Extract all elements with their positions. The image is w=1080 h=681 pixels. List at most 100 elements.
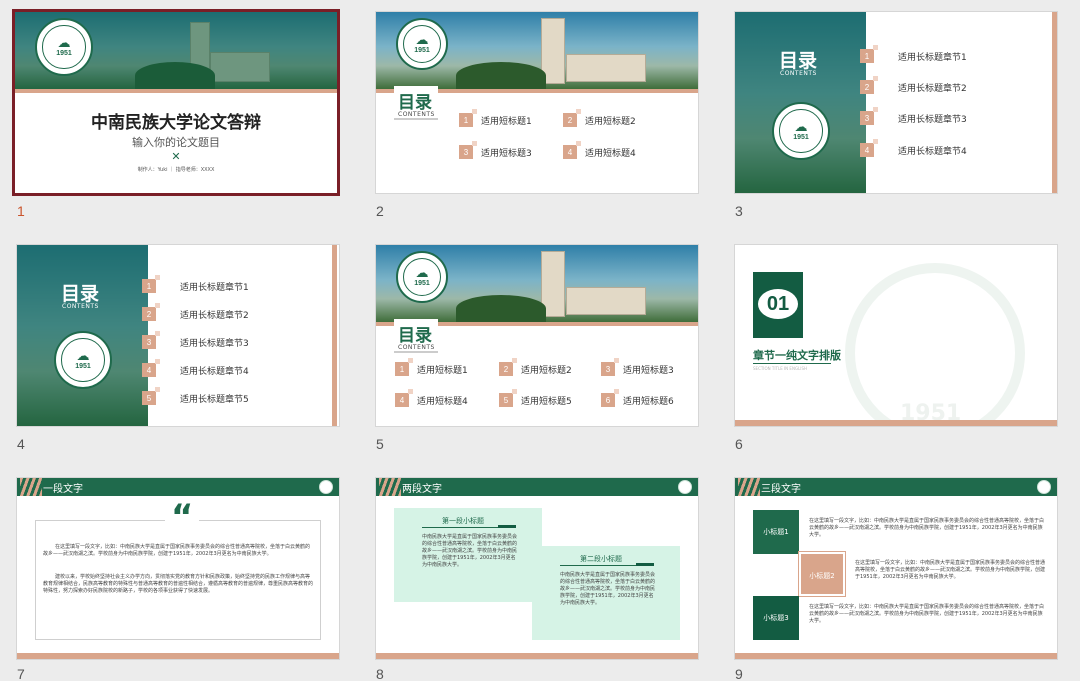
slide-number-2: 2: [376, 203, 384, 219]
toc-subtitle: CONTENTS: [780, 70, 817, 77]
slide-thumbnail-5[interactable]: ☁ 1951 目录 CONTENTS 1 适用短标题1 2 适用短标题2 3 适用…: [376, 245, 698, 426]
chapter-subtitle: SECTION TITLE IN ENGLISH: [753, 366, 808, 371]
slide-thumbnail-6[interactable]: 1951 01 章节一纯文字排版 SECTION TITLE IN ENGLIS…: [735, 245, 1057, 426]
close-icon: ✕: [171, 150, 181, 163]
subtitle-box-2: 小标题2: [799, 552, 845, 596]
author-line: 制作人：Yuki ｜ 指导老师：XXXX: [137, 167, 215, 173]
toc-item-2[interactable]: 适用长标题章节2: [180, 308, 249, 321]
slide-number-8: 8: [376, 666, 384, 681]
footer-band: [17, 653, 339, 659]
slide-thumbnail-1[interactable]: ☁ 1951 中南民族大学论文答辩 输入你的论文题目 ✕ 制作人：Yuki ｜ 指…: [15, 12, 337, 193]
side-band: [1052, 12, 1057, 193]
toc-badge-2: 2: [860, 76, 878, 94]
toc-item-5[interactable]: 适用短标题5: [521, 394, 572, 407]
slide-number-1: 1: [17, 203, 25, 219]
chapter-underline: [753, 363, 831, 364]
toc-badge-4: 4: [860, 139, 878, 157]
footer-band: [376, 653, 698, 659]
slide-thumbnail-8[interactable]: 两段文字 第一段小标题 中南民族大学是直属于国家民族事务委员会的综合性普通高等院…: [376, 478, 698, 659]
paragraph-3: 在这里填写一段文字，比如：中南民族大学是直属于国家民族事务委员会的综合性普通高等…: [809, 604, 1045, 624]
toc-title: 目录: [398, 93, 432, 113]
slide-number-6: 6: [735, 436, 743, 452]
slide-thumbnail-3[interactable]: 目录 CONTENTS ☁ 1951 1 适用长标题章节1 2 适用长标题章节2 …: [735, 12, 1057, 193]
toc-item-3[interactable]: 适用长标题章节3: [898, 112, 967, 125]
slide-header: 一段文字: [17, 478, 339, 496]
slide-thumbnail-4[interactable]: 目录 CONTENTS ☁ 1951 1 适用长标题章节1 2 适用长标题章节2 …: [17, 245, 339, 426]
toc-title: 目录: [61, 283, 100, 305]
toc-item-1[interactable]: 适用短标题1: [417, 363, 468, 376]
toc-badge-3: 3: [142, 331, 160, 349]
toc-item-4[interactable]: 适用长标题章节4: [898, 144, 967, 157]
toc-item-4[interactable]: 适用短标题4: [585, 146, 636, 159]
toc-badge-1: 1: [395, 358, 413, 376]
toc-badge-1: 1: [142, 275, 160, 293]
slide-number-4: 4: [17, 436, 25, 452]
toc-item-5[interactable]: 适用长标题章节5: [180, 392, 249, 405]
slide-header-title: 两段文字: [402, 484, 442, 495]
toc-item-4[interactable]: 适用长标题章节4: [180, 364, 249, 377]
university-emblem: ☁ 1951: [396, 18, 448, 70]
chapter-title: 章节一纯文字排版: [753, 349, 841, 362]
toc-badge-4: 4: [563, 141, 581, 159]
slide-number-5: 5: [376, 436, 384, 452]
mini-emblem: [1037, 480, 1051, 494]
toc-item-1[interactable]: 适用长标题章节1: [180, 280, 249, 293]
toc-title: 目录: [779, 50, 818, 72]
slide-number-3: 3: [735, 203, 743, 219]
toc-item-1[interactable]: 适用长标题章节1: [898, 50, 967, 63]
mini-emblem: [319, 480, 333, 494]
mini-emblem: [678, 480, 692, 494]
toc-item-3[interactable]: 适用短标题3: [481, 146, 532, 159]
slide-header-title: 一段文字: [43, 484, 83, 495]
card-2-text: 中南民族大学是直属于国家民族事务委员会的综合性普通高等院校，坐落于白云黄鹤的故乡…: [560, 572, 656, 606]
toc-subtitle: CONTENTS: [398, 111, 435, 118]
quote-icon: “: [165, 500, 200, 534]
footer-band: [735, 653, 1057, 659]
slide-number-9: 9: [735, 666, 743, 681]
toc-badge-1: 1: [860, 45, 878, 63]
toc-badge-2: 2: [563, 109, 581, 127]
card-1-subtitle: 第一段小标题: [442, 517, 484, 525]
toc-subtitle: CONTENTS: [398, 344, 435, 351]
toc-item-2[interactable]: 适用短标题2: [585, 114, 636, 127]
toc-item-3[interactable]: 适用长标题章节3: [180, 336, 249, 349]
toc-item-1[interactable]: 适用短标题1: [481, 114, 532, 127]
slide-header-title: 三段文字: [761, 484, 801, 495]
slide-header: 三段文字: [735, 478, 1057, 496]
toc-title: 目录: [398, 326, 432, 346]
toc-item-4[interactable]: 适用短标题4: [417, 394, 468, 407]
paragraph-1: 在这里填写一段文字，比如：中南民族大学是直属于国家民族事务委员会的综合性普通高等…: [809, 518, 1045, 538]
card-1-rule-accent: [498, 525, 516, 528]
toc-item-2[interactable]: 适用长标题章节2: [898, 81, 967, 94]
slide-subtitle: 输入你的论文题目: [132, 136, 220, 149]
paragraph-1: 在这里填写一段文字，比如：中南民族大学是直属于国家民族事务委员会的综合性普通高等…: [43, 544, 311, 557]
slide-thumbnail-2[interactable]: ☁ 1951 目录 CONTENTS 1 适用短标题1 2 适用短标题2 3 适用…: [376, 12, 698, 193]
card-2-rule-accent: [636, 563, 654, 566]
side-band: [332, 245, 337, 426]
paragraph-2: 建校以来，学校始终坚持社会主义办学方向，贯彻落实党的教育方针和民族政策，始终坚持…: [43, 574, 314, 594]
university-emblem: ☁ 1951: [54, 331, 112, 389]
toc-badge-2: 2: [499, 358, 517, 376]
toc-badge-3: 3: [860, 107, 878, 125]
toc-badge-4: 4: [395, 389, 413, 407]
slide-thumbnail-9[interactable]: 三段文字 小标题1 小标题2 小标题3 在这里填写一段文字，比如：中南民族大学是…: [735, 478, 1057, 659]
toc-item-6[interactable]: 适用短标题6: [623, 394, 674, 407]
toc-badge-5: 5: [499, 389, 517, 407]
footer-band: [735, 420, 1057, 426]
chapter-number: 01: [758, 289, 798, 319]
toc-badge-4: 4: [142, 359, 160, 377]
toc-item-3[interactable]: 适用短标题3: [623, 363, 674, 376]
paragraph-2: 在这里填写一段文字，比如：中南民族大学是直属于国家民族事务委员会的综合性普通高等…: [855, 560, 1046, 580]
slide-header: 两段文字: [376, 478, 698, 496]
card-2-subtitle: 第二段小标题: [580, 555, 622, 563]
toc-badge-1: 1: [459, 109, 477, 127]
university-emblem: ☁ 1951: [772, 102, 830, 160]
toc-subtitle: CONTENTS: [62, 303, 99, 310]
slide-number-7: 7: [17, 666, 25, 681]
toc-badge-2: 2: [142, 303, 160, 321]
divider-band: [15, 89, 337, 93]
slide-thumbnail-7[interactable]: 一段文字 “ 在这里填写一段文字，比如：中南民族大学是直属于国家民族事务委员会的…: [17, 478, 339, 659]
subtitle-box-3: 小标题3: [753, 596, 799, 640]
toc-badge-6: 6: [601, 389, 619, 407]
toc-item-2[interactable]: 适用短标题2: [521, 363, 572, 376]
